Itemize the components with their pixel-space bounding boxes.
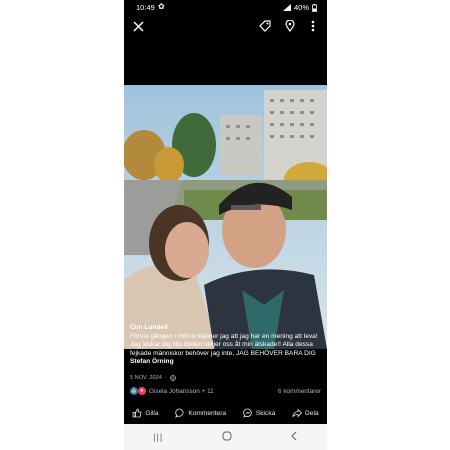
more-vertical-icon[interactable] xyxy=(307,19,319,33)
thumbs-up-icon xyxy=(132,408,142,418)
couple-selfie-image xyxy=(124,85,327,349)
send-label: Skicka xyxy=(255,409,276,417)
tagged-person-link[interactable]: Stefan Örning xyxy=(130,358,174,365)
comment-label: Kommentera xyxy=(188,409,227,417)
status-icons: 40% xyxy=(282,3,317,12)
location-pin-icon[interactable] xyxy=(283,19,297,33)
home-icon[interactable] xyxy=(222,428,232,446)
reactions-text: Gisela Johansson + 11 xyxy=(149,387,214,395)
settings-gear-icon: ✿ xyxy=(158,2,165,11)
top-bar xyxy=(124,14,327,40)
share-label: Dela xyxy=(305,409,319,417)
comment-icon xyxy=(175,408,184,418)
post-actions: Gilla Kommentera Skicka Dela xyxy=(124,402,327,424)
like-reaction-icon: 👍 xyxy=(130,387,138,395)
dot-separator: · xyxy=(164,375,167,381)
post-meta: 5 NOV. 2024 · xyxy=(130,375,176,381)
caption-text: Första gången i mitt liv känner jag att … xyxy=(130,332,318,357)
reactions-summary[interactable]: 👍 ♥ Gisela Johansson + 11 xyxy=(130,387,214,395)
system-nav-bar: ||| xyxy=(124,424,327,450)
battery-percent: 40% xyxy=(293,3,309,12)
globe-icon xyxy=(169,375,176,381)
back-icon[interactable] xyxy=(290,428,298,446)
photo-viewer: 10:49 ✿ 40% Cim Lundell Första gången i … xyxy=(124,0,327,450)
post-date: 5 NOV. 2024 xyxy=(130,375,162,381)
love-reaction-icon: ♥ xyxy=(138,387,146,395)
post-photo[interactable] xyxy=(124,85,327,349)
send-button[interactable]: Skicka xyxy=(243,408,275,418)
share-button[interactable]: Dela xyxy=(292,408,319,418)
signal-icon xyxy=(282,4,291,11)
status-bar: 10:49 ✿ 40% xyxy=(124,0,327,14)
recent-apps-icon[interactable]: ||| xyxy=(153,432,163,442)
battery-icon xyxy=(312,3,317,12)
post-author[interactable]: Cim Lundell xyxy=(130,324,321,333)
comment-button[interactable]: Kommentera xyxy=(175,408,226,418)
post-text: Första gången i mitt liv känner jag att … xyxy=(130,333,321,367)
tag-icon[interactable] xyxy=(258,19,272,33)
share-arrow-icon xyxy=(292,408,303,418)
comments-count[interactable]: 6 kommentarer xyxy=(278,388,321,395)
reactions-row: 👍 ♥ Gisela Johansson + 11 6 kommentarer xyxy=(130,386,321,398)
like-button[interactable]: Gilla xyxy=(132,408,159,418)
status-time: 10:49 xyxy=(136,3,155,12)
post-caption: Cim Lundell Första gången i mitt liv kän… xyxy=(124,320,327,367)
close-icon[interactable] xyxy=(131,19,145,33)
messenger-icon xyxy=(243,408,252,418)
like-label: Gilla xyxy=(145,409,159,417)
